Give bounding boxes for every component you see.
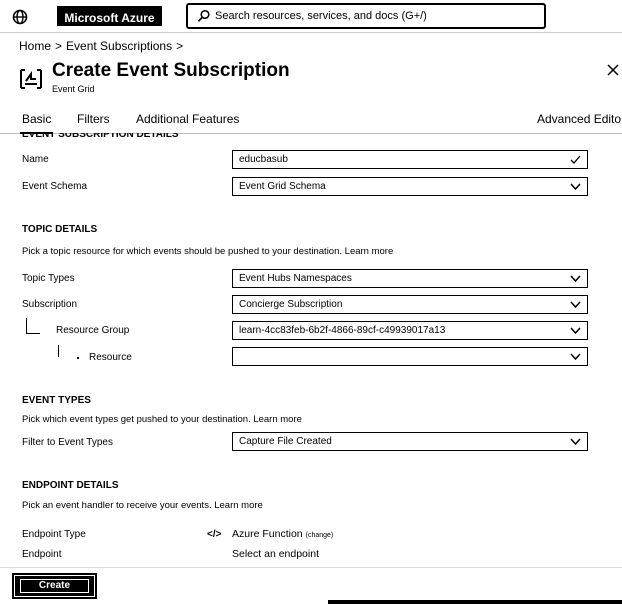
- resource-label: Resource: [89, 352, 132, 363]
- event-grid-icon: [20, 69, 42, 89]
- topic-types-label: Topic Types: [22, 273, 75, 284]
- tree-connector: [58, 345, 60, 357]
- code-icon: </>: [207, 529, 222, 540]
- chevron-down-icon: [570, 353, 581, 361]
- endpoint-label: Endpoint: [22, 549, 62, 560]
- endpoint-type-label: Endpoint Type: [22, 529, 86, 540]
- section-header-topic-details: TOPIC DETAILS: [22, 224, 98, 235]
- tab-additional-features[interactable]: Additional Features: [136, 112, 239, 126]
- topic-learn-more-link[interactable]: Learn more: [345, 246, 394, 257]
- chevron-down-icon: [570, 327, 581, 335]
- create-button-label: Create: [19, 579, 90, 593]
- breadcrumb-home[interactable]: Home: [19, 39, 51, 53]
- search-placeholder: Search resources, services, and docs (G+…: [215, 10, 427, 22]
- name-field[interactable]: educbasub: [232, 150, 588, 169]
- subscription-dropdown[interactable]: Concierge Subscription: [232, 295, 588, 314]
- section-header-endpoint-details: ENDPOINT DETAILS: [22, 480, 119, 491]
- breadcrumb-separator: >: [55, 39, 63, 53]
- bottom-scroll-bar: [328, 600, 622, 604]
- endpoint-details-description: Pick an event handler to receive your ev…: [22, 500, 263, 511]
- page-title: Create Event Subscription: [52, 60, 290, 81]
- globe-grid-icon[interactable]: [12, 9, 28, 25]
- tab-bar: Basic Filters Additional Features Advanc…: [0, 106, 622, 134]
- subscription-label: Subscription: [22, 299, 78, 310]
- endpoint-type-text: Azure Function: [232, 528, 303, 540]
- topic-types-value: Event Hubs Namespaces: [239, 273, 352, 284]
- filter-event-types-dropdown[interactable]: Capture File Created: [232, 432, 588, 451]
- page-subtitle: Event Grid: [52, 84, 95, 94]
- search-icon: [197, 9, 210, 22]
- subscription-value: Concierge Subscription: [239, 299, 343, 310]
- chevron-down-icon: [570, 438, 581, 446]
- tree-connector: [26, 318, 40, 334]
- filter-event-types-value: Capture File Created: [239, 436, 332, 447]
- chevron-down-icon: [570, 275, 581, 283]
- search-box[interactable]: Search resources, services, and docs (G+…: [186, 3, 546, 29]
- topic-details-text: Pick a topic resource for which events s…: [22, 246, 343, 257]
- section-header-event-types: EVENT TYPES: [22, 395, 91, 406]
- tab-basic[interactable]: Basic: [19, 112, 54, 134]
- select-endpoint-link[interactable]: Select an endpoint: [232, 548, 319, 560]
- breadcrumb-separator: >: [176, 39, 184, 53]
- event-types-text: Pick which event types get pushed to you…: [22, 414, 251, 425]
- top-bar: Microsoft Azure Search resources, servic…: [0, 0, 622, 33]
- event-schema-dropdown[interactable]: Event Grid Schema: [232, 177, 588, 196]
- name-field-value: educbasub: [239, 154, 288, 165]
- breadcrumb-event-subscriptions[interactable]: Event Subscriptions: [66, 39, 172, 53]
- azure-brand-logo[interactable]: Microsoft Azure: [57, 6, 162, 26]
- checkmark-icon: [570, 155, 581, 164]
- event-schema-value: Event Grid Schema: [239, 181, 326, 192]
- chevron-down-icon: [570, 301, 581, 309]
- resource-group-label: Resource Group: [56, 325, 130, 336]
- footer-divider: [0, 567, 622, 568]
- chevron-down-icon: [570, 183, 581, 191]
- endpoint-type-value: Azure Function (change): [232, 528, 333, 540]
- endpoint-learn-more-link[interactable]: Learn more: [214, 500, 263, 511]
- resource-group-dropdown[interactable]: learn-4cc83feb-6b2f-4866-89cf-c49939017a…: [232, 321, 588, 340]
- topic-types-dropdown[interactable]: Event Hubs Namespaces: [232, 269, 588, 288]
- name-label: Name: [22, 154, 49, 165]
- topic-details-description: Pick a topic resource for which events s…: [22, 246, 393, 257]
- resource-group-value: learn-4cc83feb-6b2f-4866-89cf-c49939017a…: [239, 325, 446, 336]
- event-types-description: Pick which event types get pushed to you…: [22, 414, 302, 425]
- tab-filters[interactable]: Filters: [77, 112, 110, 126]
- change-endpoint-type-link[interactable]: (change): [306, 532, 334, 539]
- breadcrumb: Home > Event Subscriptions >: [19, 39, 187, 53]
- endpoint-details-text: Pick an event handler to receive your ev…: [22, 500, 212, 511]
- event-schema-label: Event Schema: [22, 181, 88, 192]
- resource-dropdown[interactable]: [232, 347, 588, 366]
- create-button[interactable]: Create: [12, 573, 97, 599]
- tree-connector: [77, 357, 79, 359]
- close-icon[interactable]: [606, 63, 620, 77]
- section-header-event-subscription-details: EVENT SUBSCRIPTION DETAILS: [22, 133, 179, 140]
- tab-advanced-editor[interactable]: Advanced Edito: [537, 112, 621, 126]
- filter-event-types-label: Filter to Event Types: [22, 437, 113, 448]
- event-types-learn-more-link[interactable]: Learn more: [253, 414, 302, 425]
